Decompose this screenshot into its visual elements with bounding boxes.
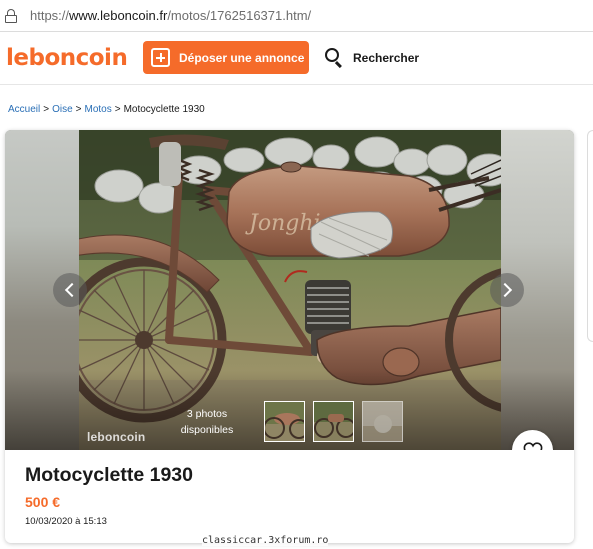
listing-card: Jonghi leboncoin 3 photos disponibles Mo… bbox=[5, 130, 574, 543]
plus-square-icon bbox=[151, 48, 170, 67]
listing-price: 500 € bbox=[25, 494, 61, 510]
search-button[interactable]: Rechercher bbox=[325, 48, 420, 69]
search-label: Rechercher bbox=[353, 50, 420, 65]
chevron-right-icon bbox=[497, 282, 513, 298]
thumbnail-2[interactable] bbox=[313, 401, 354, 442]
tank-lettering: Jonghi bbox=[245, 211, 321, 236]
post-ad-label: Déposer une annonce bbox=[179, 50, 305, 65]
breadcrumb-home[interactable]: Accueil bbox=[8, 104, 40, 115]
lock-icon bbox=[5, 8, 17, 23]
next-photo-button[interactable] bbox=[490, 273, 524, 307]
thumbnail-strip bbox=[264, 401, 411, 442]
forum-watermark: classiccar.3xforum.ro bbox=[202, 535, 329, 546]
site-logo[interactable]: leboncoin bbox=[6, 45, 128, 71]
listing-title: Motocyclette 1930 bbox=[25, 464, 193, 486]
post-ad-button[interactable]: Déposer une annonce bbox=[143, 41, 309, 74]
previous-photo-button[interactable] bbox=[53, 273, 87, 307]
thumbnail-3[interactable] bbox=[362, 401, 403, 442]
listing-date: 10/03/2020 à 15:13 bbox=[25, 516, 107, 527]
search-icon bbox=[325, 48, 344, 69]
leboncoin-watermark: leboncoin bbox=[87, 430, 146, 444]
breadcrumb-motos[interactable]: Motos bbox=[85, 104, 112, 115]
url-text[interactable]: https://www.leboncoin.fr/motos/176251637… bbox=[30, 8, 311, 23]
breadcrumb-current: Motocyclette 1930 bbox=[123, 104, 205, 115]
chevron-left-icon bbox=[64, 282, 80, 298]
photos-count[interactable]: 3 photos disponibles bbox=[171, 406, 243, 438]
breadcrumb: Accueil > Oise > Motos > Motocyclette 1930 bbox=[8, 104, 205, 115]
heart-icon bbox=[523, 441, 542, 450]
site-header: leboncoin Déposer une annonce Rechercher bbox=[0, 33, 593, 85]
address-bar[interactable]: https://www.leboncoin.fr/motos/176251637… bbox=[0, 0, 593, 32]
side-panel-edge bbox=[587, 130, 593, 342]
photo-gallery[interactable]: Jonghi leboncoin 3 photos disponibles bbox=[5, 130, 574, 450]
breadcrumb-oise[interactable]: Oise bbox=[52, 104, 73, 115]
thumbnail-1[interactable] bbox=[264, 401, 305, 442]
